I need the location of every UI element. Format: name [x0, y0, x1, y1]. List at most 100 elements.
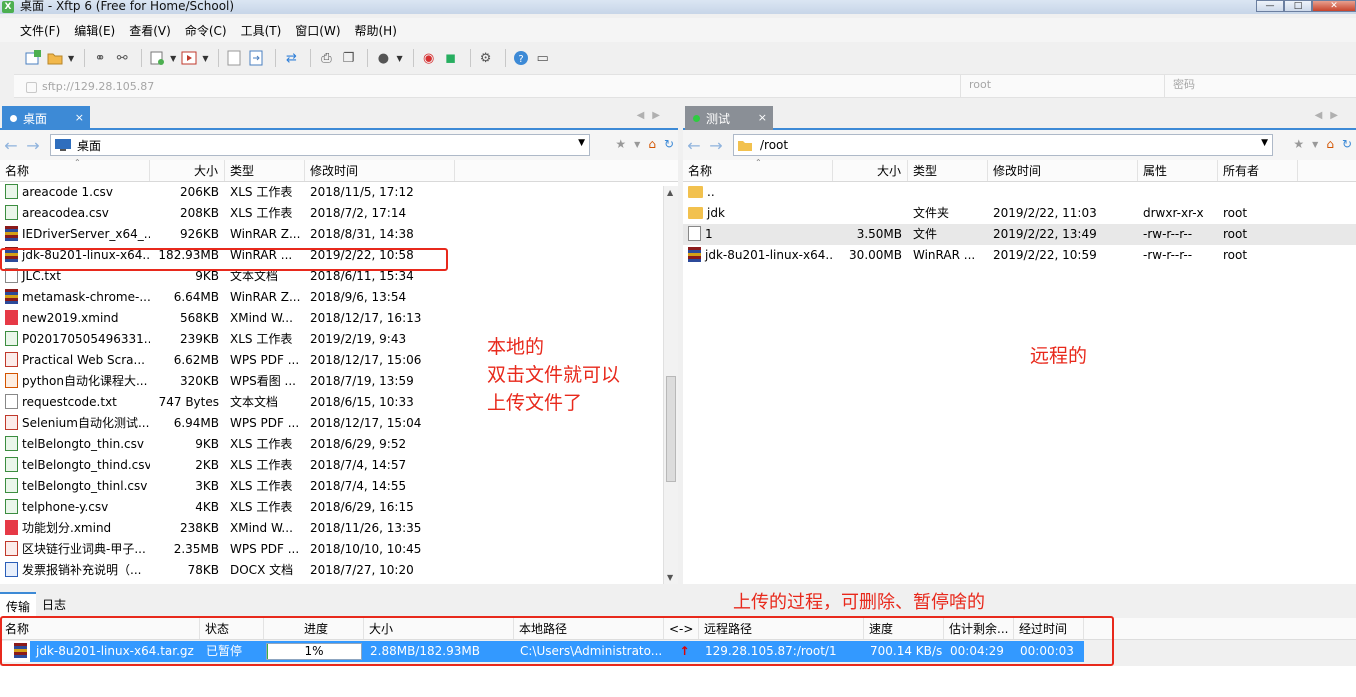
open-folder-icon[interactable] — [46, 49, 64, 67]
file-owner: root — [1223, 227, 1248, 241]
tab-close-icon[interactable]: × — [75, 111, 84, 124]
path-dropdown-icon[interactable]: ▼ — [578, 138, 585, 148]
home-icon[interactable]: ⌂ — [648, 137, 656, 151]
new-file-icon[interactable] — [148, 49, 166, 67]
help-icon[interactable]: ? — [512, 49, 530, 67]
scroll-down-icon[interactable]: ▼ — [667, 573, 673, 582]
file-row[interactable]: new2019.xmind 568KB XMind W... 2018/12/17, … — [0, 308, 678, 329]
local-vertical-scrollbar[interactable]: ▲ ▼ — [663, 186, 678, 584]
back-arrow-icon[interactable]: ← — [0, 136, 22, 155]
col-type[interactable]: 类型 — [908, 160, 988, 181]
file-row[interactable]: metamask-chrome-... 6.64MB WinRAR Z... 2018… — [0, 287, 678, 308]
chat-icon[interactable]: ▭ — [534, 49, 552, 67]
file-row[interactable]: IEDriverServer_x64_... 926KB WinRAR Z... 20… — [0, 224, 678, 245]
file-row[interactable]: .. — [683, 182, 1356, 203]
col-permissions[interactable]: 属性 — [1138, 160, 1218, 181]
tab-local-desktop[interactable]: 桌面 × — [2, 106, 90, 130]
favorite-dropdown-icon[interactable]: ▼ — [634, 140, 640, 151]
col-modified[interactable]: 修改时间 — [988, 160, 1138, 181]
file-row[interactable]: 1 3.50MB 文件 2019/2/22, 13:49 -rw-r--r-- root — [683, 224, 1356, 245]
file-row[interactable]: 功能划分.xmind 238KB XMind W... 2018/11/26, 13:… — [0, 518, 678, 539]
forward-arrow-icon[interactable]: → — [22, 136, 44, 155]
settings-gear-icon[interactable]: ⚙ — [477, 49, 495, 67]
new-file-dropdown-icon[interactable]: ▼ — [170, 54, 176, 63]
host-input[interactable]: sftp://129.28.105.87 — [14, 80, 960, 93]
col-owner[interactable]: 所有者 — [1218, 160, 1298, 181]
copy-icon[interactable]: ❐ — [339, 49, 357, 67]
menu-file[interactable]: 文件(F) — [20, 22, 60, 39]
print-icon[interactable]: ⎙ — [317, 49, 335, 67]
tab-scroll-arrows[interactable]: ◀▶ — [1315, 110, 1346, 121]
remote-column-header: ⌃ 名称 大小 类型 修改时间 属性 所有者 — [683, 158, 1356, 182]
remote-path-combo[interactable]: /root ▼ — [733, 134, 1273, 156]
path-dropdown-icon[interactable]: ▼ — [1261, 138, 1268, 148]
xshell-icon[interactable]: ◉ — [420, 49, 438, 67]
annotation-local: 本地的 双击文件就可以 上传文件了 — [487, 333, 620, 417]
tab-transfer[interactable]: 传输 — [0, 592, 37, 618]
disconnect-icon[interactable]: ⚯ — [113, 49, 131, 67]
file-type: WinRAR ... — [913, 248, 976, 262]
minimize-button[interactable]: — — [1256, 0, 1284, 12]
col-size[interactable]: 大小 — [150, 160, 225, 181]
password-input[interactable]: 密码 — [1164, 74, 1356, 98]
media-icon[interactable] — [180, 49, 198, 67]
close-window-button[interactable]: ✕ — [1312, 0, 1356, 12]
file-modified: 2019/2/22, 13:49 — [993, 227, 1097, 241]
connect-icon[interactable]: ⚭ — [91, 49, 109, 67]
file-row[interactable]: telBelongto_thinl.csv 3KB XLS 工作表 2018/7/4,… — [0, 476, 678, 497]
open-dropdown-icon[interactable]: ▼ — [68, 54, 74, 63]
tab-scroll-arrows[interactable]: ◀▶ — [637, 110, 668, 121]
scroll-thumb[interactable] — [666, 376, 676, 482]
new-session-icon[interactable] — [24, 49, 42, 67]
file-row[interactable]: telphone-y.csv 4KB XLS 工作表 2018/6/29, 16:15 — [0, 497, 678, 518]
menu-help[interactable]: 帮助(H) — [355, 22, 397, 39]
col-size[interactable]: 大小 — [833, 160, 908, 181]
file-row[interactable]: areacodea.csv 208KB XLS 工作表 2018/7/2, 17:14 — [0, 203, 678, 224]
file-row[interactable]: telBelongto_thind.csv 2KB XLS 工作表 2018/7/4,… — [0, 455, 678, 476]
favorite-star-icon[interactable]: ★ — [1293, 137, 1304, 151]
refresh-icon[interactable]: ↻ — [1342, 137, 1352, 151]
file-row[interactable]: areacode 1.csv 206KB XLS 工作表 2018/11/5, 17:… — [0, 182, 678, 203]
file-name: 区块链行业词典-甲子... — [22, 542, 146, 556]
col-type[interactable]: 类型 — [225, 160, 305, 181]
properties-icon[interactable] — [225, 49, 243, 67]
globe-icon[interactable]: ● — [374, 49, 392, 67]
globe-dropdown-icon[interactable]: ▼ — [396, 54, 402, 63]
file-row[interactable]: jdk-8u201-linux-x64.... 30.00MB WinRAR ...… — [683, 245, 1356, 266]
username-input[interactable]: root — [960, 74, 1164, 98]
file-row[interactable]: jdk 文件夹 2019/2/22, 11:03 drwxr-xr-x root — [683, 203, 1356, 224]
highlight-transfer-list — [0, 616, 1114, 666]
media-dropdown-icon[interactable]: ▼ — [202, 54, 208, 63]
menu-command[interactable]: 命令(C) — [185, 22, 227, 39]
transfer-icon[interactable] — [247, 49, 265, 67]
refresh-icon[interactable]: ↻ — [664, 137, 674, 151]
file-name: P020170505496331... — [22, 332, 150, 346]
file-row[interactable]: telBelongto_thin.csv 9KB XLS 工作表 2018/6/29,… — [0, 434, 678, 455]
file-name: metamask-chrome-... — [22, 290, 150, 304]
maximize-button[interactable]: □ — [1284, 0, 1312, 12]
sync-icon[interactable]: ⇄ — [282, 49, 300, 67]
tab-log[interactable]: 日志 — [36, 592, 72, 618]
scroll-up-icon[interactable]: ▲ — [667, 188, 673, 197]
xftp-icon[interactable]: ◼ — [442, 49, 460, 67]
forward-arrow-icon[interactable]: → — [705, 136, 727, 155]
menu-edit[interactable]: 编辑(E) — [74, 22, 115, 39]
file-size: 3KB — [195, 479, 219, 493]
home-icon[interactable]: ⌂ — [1326, 137, 1334, 151]
menu-view[interactable]: 查看(V) — [129, 22, 171, 39]
tab-close-icon[interactable]: × — [758, 111, 767, 124]
col-modified[interactable]: 修改时间 — [305, 160, 455, 181]
favorite-dropdown-icon[interactable]: ▼ — [1312, 140, 1318, 151]
menu-tools[interactable]: 工具(T) — [241, 22, 282, 39]
file-row[interactable]: 发票报销补充说明（... 78KB DOCX 文档 2018/7/27, 10:20 — [0, 560, 678, 581]
menu-window[interactable]: 窗口(W) — [295, 22, 340, 39]
favorite-star-icon[interactable]: ★ — [615, 137, 626, 151]
file-row[interactable]: 区块链行业词典-甲子... 2.35MB WPS PDF ... 2018/10/10… — [0, 539, 678, 560]
local-path-text: 桌面 — [77, 138, 102, 153]
local-path-combo[interactable]: 桌面 ▼ — [50, 134, 590, 156]
file-modified: 2018/7/4, 14:57 — [310, 458, 407, 472]
xls-file-icon — [5, 478, 18, 493]
tab-remote-session[interactable]: 测试 × — [685, 106, 773, 130]
back-arrow-icon[interactable]: ← — [683, 136, 705, 155]
file-modified: 2018/11/26, 13:35 — [310, 521, 422, 535]
